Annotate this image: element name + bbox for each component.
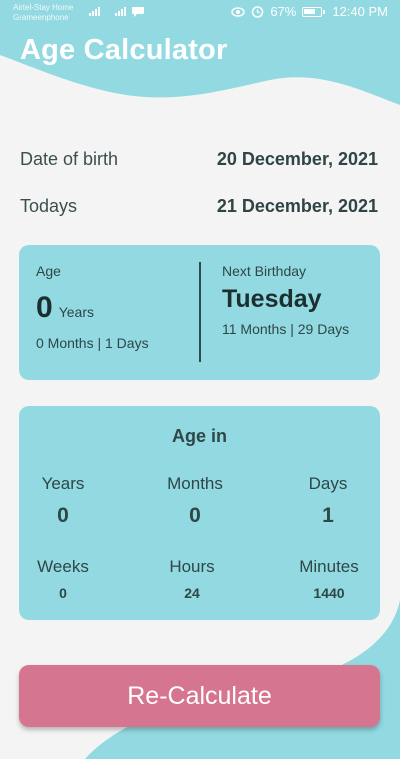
status-bar: Airtel-Stay Home Grameenphone 67% 12:40 … (0, 0, 400, 26)
age-in-years: Years 0 (31, 474, 95, 528)
age-label: Age (36, 263, 61, 279)
age-in-months-value: 0 (189, 504, 201, 527)
next-birthday-section: Next Birthday Tuesday 11 Months | 29 Day… (222, 263, 372, 338)
battery-percent: 67% (270, 4, 297, 19)
age-in-minutes-label: Minutes (299, 557, 359, 576)
age-years: 0 Years (36, 291, 149, 325)
todays-date-row[interactable]: Todays 21 December, 2021 (20, 196, 378, 217)
age-in-weeks-value: 0 (59, 585, 67, 601)
age-in-years-value: 0 (57, 504, 69, 527)
age-in-hours-label: Hours (169, 557, 215, 576)
age-years-value: 0 (36, 291, 53, 324)
next-birthday-weekday: Tuesday (222, 285, 322, 313)
eye-icon (231, 6, 246, 17)
signal-icon (115, 7, 126, 16)
status-right: 67% 12:40 PM (231, 4, 388, 19)
app-title: Age Calculator (20, 34, 228, 66)
age-in-days-value: 1 (322, 504, 334, 527)
age-in-years-label: Years (41, 474, 85, 493)
age-in-minutes-value: 1440 (313, 585, 345, 601)
age-in-months-label: Months (167, 474, 223, 493)
age-in-days-label: Days (308, 474, 348, 493)
alarm-icon (252, 6, 264, 18)
age-in-card: Age in Years 0 Months 0 Days 1 Weeks 0 H… (19, 406, 380, 620)
todays-date-label: Todays (20, 196, 78, 216)
age-section: Age 0 Years 0 Months | 1 Days (36, 263, 149, 351)
card-divider (199, 262, 201, 362)
age-years-unit: Years (58, 304, 94, 320)
carrier-name-1: Airtel-Stay Home (13, 3, 74, 12)
date-of-birth-label: Date of birth (20, 149, 119, 169)
chat-icon (132, 7, 144, 17)
age-in-hours-value: 24 (184, 585, 200, 601)
carrier-info: Airtel-Stay Home Grameenphone (13, 3, 73, 23)
age-in-weeks: Weeks 0 (29, 557, 97, 601)
age-in-minutes: Minutes 1440 (289, 557, 369, 601)
next-birthday-remaining: 11 Months | 29 Days (222, 321, 350, 337)
date-of-birth-value[interactable]: 20 December, 2021 (217, 149, 378, 170)
clock: 12:40 PM (332, 4, 388, 19)
age-in-days: Days 1 (295, 474, 361, 528)
date-of-birth-row[interactable]: Date of birth 20 December, 2021 (20, 149, 378, 170)
age-card: Age 0 Years 0 Months | 1 Days Next Birth… (19, 245, 380, 380)
next-birthday-label: Next Birthday (222, 263, 307, 279)
age-in-hours: Hours 24 (155, 557, 229, 601)
signal-icon (89, 7, 100, 16)
age-in-months: Months 0 (155, 474, 235, 528)
carrier-name-2: Grameenphone (13, 13, 69, 22)
age-in-weeks-label: Weeks (37, 557, 89, 576)
age-in-title: Age in (171, 426, 227, 446)
battery-icon (302, 6, 326, 17)
age-months-days: 0 Months | 1 Days (36, 335, 149, 351)
recalculate-button[interactable]: Re-Calculate (19, 665, 380, 727)
todays-date-value[interactable]: 21 December, 2021 (217, 196, 378, 217)
